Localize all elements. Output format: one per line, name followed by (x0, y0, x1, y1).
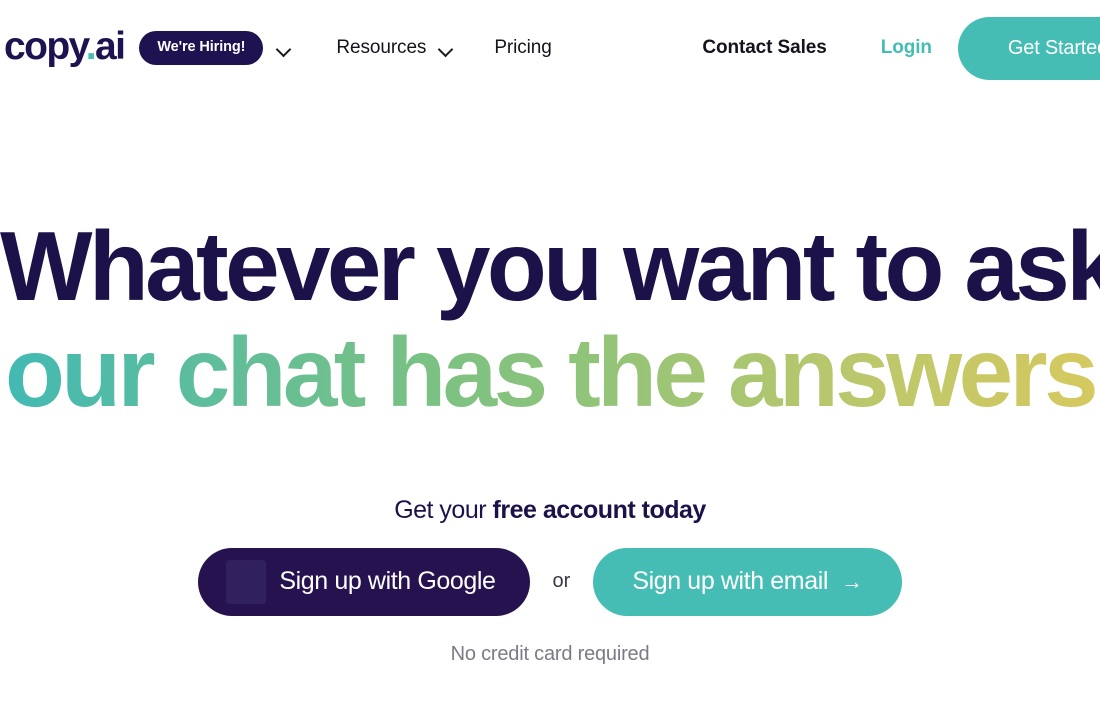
nav-left-group: copy.ai We're Hiring! Resources Pricing (0, 27, 552, 69)
arrow-right-icon: → (841, 568, 863, 594)
chevron-down-icon[interactable] (277, 44, 292, 53)
headline-line-2: our chat has the answers (0, 319, 1100, 426)
hero-section: Whatever you want to ask, our chat has t… (0, 96, 1100, 666)
page-title: Whatever you want to ask, our chat has t… (0, 211, 1100, 426)
nav-item-resources[interactable]: Resources (336, 37, 454, 59)
were-hiring-badge[interactable]: We're Hiring! (139, 31, 264, 65)
logo-dot-icon: . (85, 25, 97, 68)
top-navigation-bar: copy.ai We're Hiring! Resources Pricing … (0, 0, 1100, 96)
google-logo-icon (226, 559, 267, 604)
contact-sales-link[interactable]: Contact Sales (702, 37, 826, 59)
nav-item-pricing[interactable]: Pricing (494, 37, 551, 59)
sign-up-with-email-button[interactable]: Sign up with email → (593, 547, 902, 616)
nav-item-pricing-label: Pricing (494, 37, 552, 58)
headline-line-1: Whatever you want to ask, (0, 211, 1100, 321)
copyai-logo[interactable]: copy.ai (4, 25, 126, 69)
login-link[interactable]: Login (881, 37, 932, 59)
cta-button-row: Sign up with Google or Sign up with emai… (0, 547, 1100, 616)
logo-text-copy: copy (4, 25, 87, 68)
chevron-down-icon[interactable] (439, 44, 454, 53)
sign-up-with-google-label: Sign up with Google (279, 567, 496, 596)
no-credit-card-note: No credit card required (450, 642, 650, 665)
sign-up-with-google-button[interactable]: Sign up with Google (198, 547, 530, 616)
nav-item-resources-label: Resources (336, 37, 427, 58)
sign-up-with-email-label: Sign up with email (632, 567, 829, 596)
subheading-regular-text: Get your (394, 495, 493, 524)
or-separator-label: or (552, 570, 571, 593)
get-started-button[interactable]: Get Started (957, 16, 1100, 80)
nav-right-group: Contact Sales Login Get Started (702, 0, 1100, 96)
subheading-bold-text: free account today (492, 495, 707, 524)
hero-subheading: Get your free account today (0, 496, 1100, 525)
logo-text-ai: ai (94, 25, 126, 68)
